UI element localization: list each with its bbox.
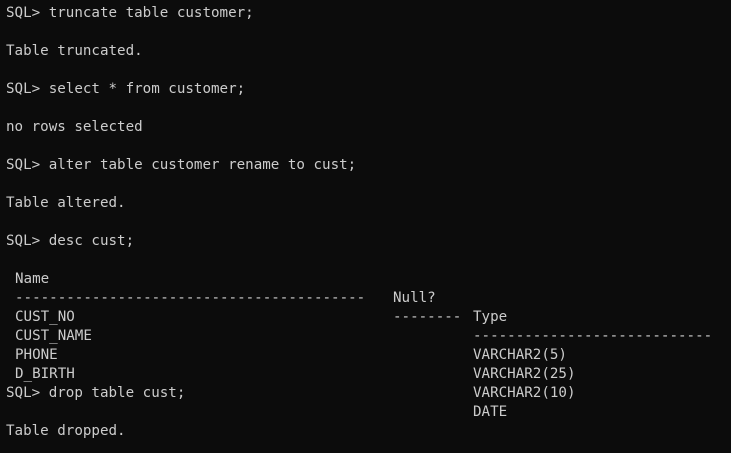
sql-prompt: SQL> bbox=[6, 81, 49, 97]
column-name: D_BIRTH bbox=[15, 366, 75, 382]
output-line: no rows selected bbox=[6, 119, 143, 135]
describe-rule: ----------------------------------------… bbox=[6, 270, 731, 344]
column-type: VARCHAR2(10) bbox=[473, 385, 576, 401]
sql-prompt: SQL> bbox=[6, 233, 49, 249]
terminal-window[interactable]: SQL> truncate table customer; Table trun… bbox=[0, 0, 731, 453]
output-line: Table altered. bbox=[6, 195, 126, 211]
prompt-line: SQL> alter table customer rename to cust… bbox=[6, 156, 731, 175]
prompt-line: SQL> select * from customer; bbox=[6, 80, 731, 99]
prompt-line: SQL> drop table cust; bbox=[6, 384, 731, 403]
prompt-line: SQL> desc cust; bbox=[6, 232, 731, 251]
prompt-line: SQL> truncate table customer; bbox=[6, 4, 731, 23]
output-line: Table dropped. bbox=[6, 423, 126, 439]
column-type: DATE bbox=[473, 404, 508, 420]
command-text: truncate table customer; bbox=[48, 5, 254, 21]
sql-prompt: SQL> bbox=[6, 5, 49, 21]
describe-row: CUST_NAME VARCHAR2(25) bbox=[6, 308, 731, 382]
command-text: desc cust; bbox=[48, 233, 135, 249]
output-line: Table truncated. bbox=[6, 43, 143, 59]
command-text: drop table cust; bbox=[48, 385, 186, 401]
describe-row: CUST_NO VARCHAR2(5) bbox=[6, 289, 731, 363]
describe-header: Name Null? Type bbox=[6, 251, 731, 325]
command-text: alter table customer rename to cust; bbox=[48, 157, 357, 173]
sql-prompt: SQL> bbox=[6, 157, 49, 173]
describe-row: D_BIRTH DATE bbox=[6, 346, 731, 420]
describe-row: PHONE VARCHAR2(10) bbox=[6, 327, 731, 401]
command-text: select * from customer; bbox=[48, 81, 246, 97]
column-type: VARCHAR2(25) bbox=[473, 366, 576, 382]
